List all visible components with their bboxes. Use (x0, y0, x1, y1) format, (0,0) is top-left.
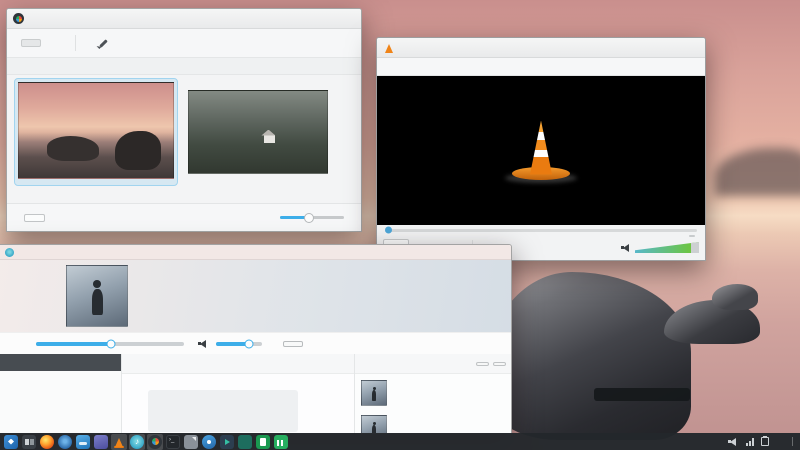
vlc-seek-row (377, 225, 705, 235)
foreground-rock-small (712, 284, 758, 310)
tray-volume-icon[interactable] (728, 437, 739, 446)
foreground-rock-large (486, 272, 691, 440)
taskbar-kontact-icon[interactable] (94, 435, 108, 449)
playlist-item-partial[interactable] (361, 415, 505, 433)
volume-slider[interactable] (216, 342, 262, 346)
playlist-pane (355, 354, 511, 433)
thumbnail-wallhaven-mdjezm[interactable] (185, 87, 331, 180)
taskbar-system-monitor-icon[interactable] (274, 435, 288, 449)
zoom-slider-knob[interactable] (304, 213, 314, 223)
vlc-cone-logo (499, 117, 583, 185)
progress-knob[interactable] (107, 339, 116, 348)
elisa-window (0, 244, 512, 434)
playlist-load-button[interactable] (493, 362, 506, 366)
zoom-slider[interactable] (280, 216, 344, 219)
loop-button[interactable] (536, 239, 553, 257)
edit-pencil-icon[interactable] (97, 38, 108, 49)
gwenview-statusbar (7, 203, 361, 231)
taskbar-kdevelop-icon[interactable] (238, 435, 252, 449)
thumbnail-image-sunset-rocks[interactable] (18, 82, 174, 179)
taskbar-gwenview-icon[interactable] (148, 435, 162, 449)
taskbar-kate-icon[interactable] (184, 435, 198, 449)
thumbnail-image-dark-house[interactable] (188, 90, 328, 174)
toolbar-separator (75, 35, 76, 51)
gwenview-toolbar (7, 29, 361, 58)
sidebar-item-recently-played[interactable] (0, 371, 121, 388)
elisa-app-icon (5, 248, 14, 257)
playlist-button[interactable] (516, 239, 533, 257)
shuffle-button[interactable] (556, 239, 573, 257)
volume-knob[interactable] (245, 339, 254, 348)
browse-mode-button[interactable] (21, 39, 41, 47)
tray-clipboard-icon[interactable] (761, 437, 769, 446)
horizon-island (715, 148, 800, 196)
view-mode-button[interactable] (48, 39, 68, 47)
progress-slider[interactable] (36, 342, 184, 346)
volume-slider-remainder (691, 242, 699, 253)
playlist-item-art (361, 415, 387, 433)
application-launcher-icon[interactable] (4, 435, 18, 449)
peek-desktop-strip[interactable] (792, 437, 797, 446)
vlc-app-icon (383, 42, 394, 53)
elisa-sidebar (0, 354, 122, 433)
taskbar-libreoffice-icon[interactable] (256, 435, 270, 449)
player-controls (0, 332, 511, 354)
system-tray (721, 437, 797, 446)
taskbar-dolphin-icon[interactable] (76, 435, 90, 449)
vlc-window (376, 37, 706, 261)
now-playing-body (122, 374, 354, 433)
playlist-body (355, 374, 511, 433)
volume-icon[interactable] (621, 243, 632, 252)
taskbar-okular-icon[interactable] (202, 435, 216, 449)
seek-slider[interactable] (385, 229, 697, 232)
gwenview-app-icon (13, 13, 24, 24)
add-filter-combo[interactable] (24, 214, 45, 222)
taskbar-firefox-icon[interactable] (40, 435, 54, 449)
gwenview-titlebar[interactable] (7, 9, 361, 29)
blurred-content-placeholder (148, 390, 298, 432)
playlist-item[interactable] (361, 380, 505, 406)
now-playing-header (0, 260, 511, 332)
volume-icon[interactable] (198, 339, 209, 348)
taskbar-konversation-icon[interactable] (58, 435, 72, 449)
vlc-titlebar[interactable] (377, 38, 705, 58)
taskbar-kdenlive-icon[interactable] (220, 435, 234, 449)
now-playing-pane (122, 354, 355, 433)
thumbnail-grid (7, 75, 361, 203)
volume-percent-tooltip (689, 235, 695, 237)
taskbar-elisa-icon[interactable] (130, 435, 144, 449)
tray-network-icon[interactable] (746, 438, 754, 446)
thumbnail-wallhaven-0wvyoq[interactable] (15, 79, 177, 185)
breadcrumb (7, 58, 361, 75)
cone (517, 121, 565, 175)
playlist-item-art (361, 380, 387, 406)
playlist-save-button[interactable] (476, 362, 489, 366)
volume-slider[interactable] (635, 242, 699, 253)
virtual-desktop-pager-icon[interactable] (22, 435, 36, 449)
gwenview-window (6, 8, 362, 232)
sidebar-item-now-playing[interactable] (0, 354, 121, 371)
album-art (66, 265, 128, 327)
vlc-menubar (377, 58, 705, 76)
elisa-titlebar[interactable] (0, 245, 511, 260)
media-tooltip (594, 388, 690, 401)
taskbar-konsole-icon[interactable] (166, 435, 180, 449)
progress-fill (36, 342, 111, 346)
taskbar-vlc-icon[interactable] (112, 435, 126, 449)
taskbar-panel (0, 433, 800, 450)
seek-slider-knob[interactable] (385, 227, 392, 234)
sidebar-item-albums[interactable] (0, 405, 121, 422)
sidebar-item-frequently-played[interactable] (0, 388, 121, 405)
show-playlist-button[interactable] (283, 341, 303, 347)
vlc-video-area[interactable] (377, 76, 705, 225)
